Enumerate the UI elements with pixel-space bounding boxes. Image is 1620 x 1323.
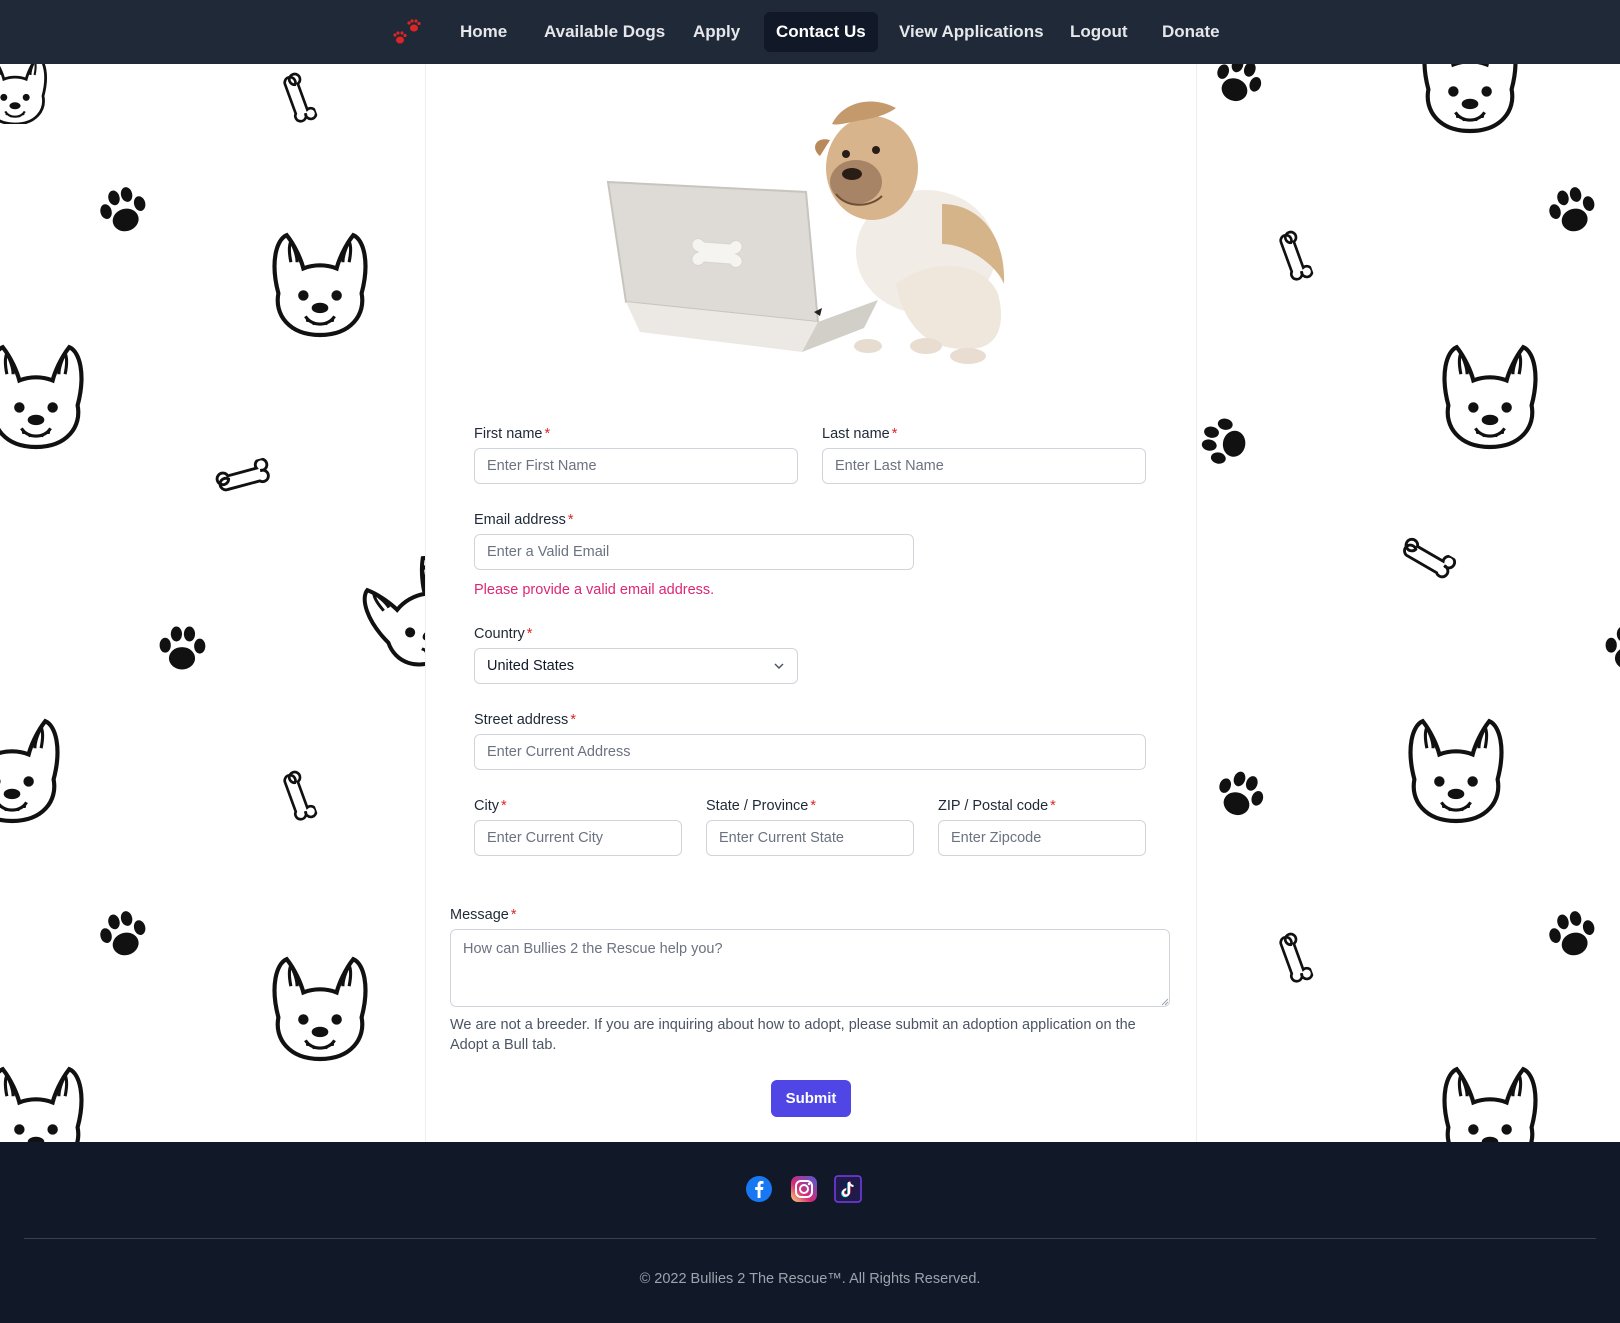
nav-home[interactable]: Home xyxy=(448,12,519,52)
paw-icon xyxy=(1198,415,1250,468)
last-name-input[interactable] xyxy=(822,448,1146,484)
paw-icon xyxy=(1544,183,1601,237)
contact-form-panel: First name* Last name* Email address* Pl… xyxy=(425,64,1197,1142)
nav-contact-us[interactable]: Contact Us xyxy=(764,12,878,52)
message-help-text: We are not a breeder. If you are inquiri… xyxy=(450,1017,1136,1053)
bone-icon xyxy=(1398,532,1459,582)
country-label: Country * xyxy=(474,626,533,642)
email-input[interactable] xyxy=(474,534,914,570)
frenchie-icon xyxy=(1418,64,1522,134)
state-label: State / Province * xyxy=(706,798,817,814)
bone-icon xyxy=(280,69,319,126)
paw-icon xyxy=(95,183,152,237)
frenchie-icon xyxy=(0,340,88,450)
email-label: Email address * xyxy=(474,512,574,528)
bone-icon xyxy=(213,456,273,495)
paw-icon xyxy=(1544,907,1601,961)
paw-icon xyxy=(1211,766,1270,823)
first-name-input[interactable] xyxy=(474,448,798,484)
last-name-label: Last name * xyxy=(822,426,898,442)
paw-prints-icon[interactable] xyxy=(390,14,426,50)
bone-icon xyxy=(1276,227,1315,284)
frenchie-icon xyxy=(268,228,372,338)
submit-button[interactable]: Submit xyxy=(771,1080,851,1117)
paw-icon xyxy=(159,626,206,670)
message-label: Message * xyxy=(450,907,517,923)
bone-icon xyxy=(280,767,319,824)
frenchie-icon xyxy=(1438,1062,1542,1142)
frenchie-icon xyxy=(1438,340,1542,450)
city-label: City * xyxy=(474,798,507,814)
nav-logout[interactable]: Logout xyxy=(1058,12,1140,52)
state-input[interactable] xyxy=(706,820,914,856)
chevron-down-icon xyxy=(774,663,784,670)
zip-input[interactable] xyxy=(938,820,1146,856)
nav-apply[interactable]: Apply xyxy=(681,12,752,52)
country-selected-value: United States xyxy=(487,658,575,674)
bulldog-laptop-image xyxy=(606,101,1005,364)
top-navbar: Home Available Dogs Apply Contact Us Vie… xyxy=(0,0,1620,64)
copyright-text: © 2022 Bullies 2 The Rescue™. All Rights… xyxy=(639,1271,981,1287)
paw-icon xyxy=(1605,626,1620,670)
frenchie-icon xyxy=(0,1062,88,1142)
first-name-label: First name * xyxy=(474,426,551,442)
frenchie-icon xyxy=(0,714,64,824)
frenchie-icon xyxy=(0,64,47,124)
nav-view-applications[interactable]: View Applications xyxy=(887,12,1056,52)
footer: © 2022 Bullies 2 The Rescue™. All Rights… xyxy=(0,1142,1620,1323)
nav-donate[interactable]: Donate xyxy=(1150,12,1232,52)
message-textarea[interactable] xyxy=(450,929,1170,1007)
resize-grip-icon[interactable] xyxy=(1161,998,1169,1006)
paw-icon xyxy=(95,907,152,961)
nav-available-dogs[interactable]: Available Dogs xyxy=(532,12,677,52)
bone-icon xyxy=(1276,929,1315,986)
paw-icon xyxy=(1209,64,1268,109)
city-input[interactable] xyxy=(474,820,682,856)
street-address-input[interactable] xyxy=(474,734,1146,770)
frenchie-icon xyxy=(1404,714,1508,824)
tiktok-icon[interactable] xyxy=(834,1175,862,1203)
footer-divider xyxy=(24,1238,1596,1239)
country-select[interactable]: United States xyxy=(474,648,798,684)
facebook-icon[interactable] xyxy=(745,1175,773,1203)
frenchie-icon xyxy=(268,952,372,1062)
email-error-message: Please provide a valid email address. xyxy=(474,582,715,598)
zip-label: ZIP / Postal code * xyxy=(938,798,1056,814)
instagram-icon[interactable] xyxy=(790,1175,818,1203)
street-address-label: Street address * xyxy=(474,712,576,728)
